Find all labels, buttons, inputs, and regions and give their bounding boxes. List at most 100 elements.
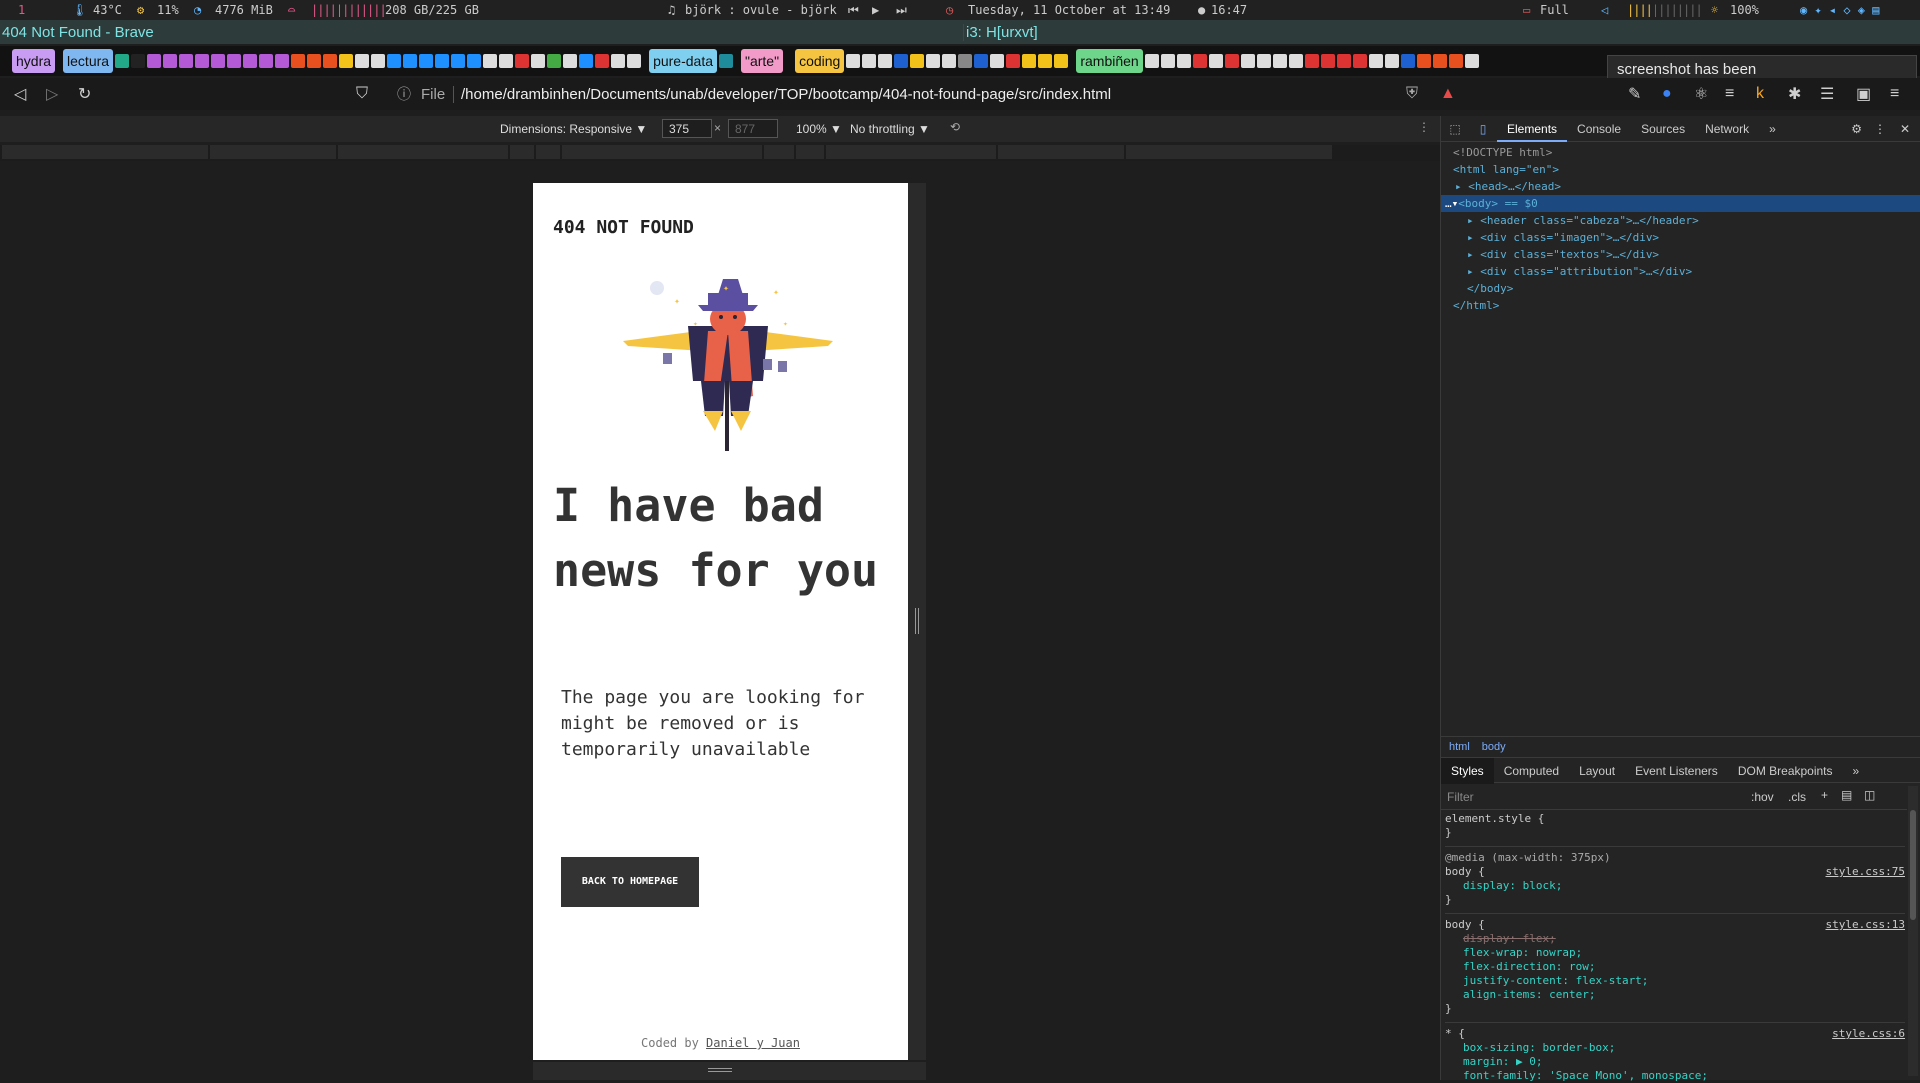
dom-body-selected[interactable]: …▾<body> == $0 [1441,195,1920,212]
dom-html[interactable]: <html lang="en"> [1441,161,1920,178]
bookmark-favicon[interactable] [974,54,989,68]
bookmark-folder-lectura[interactable]: lectura [63,49,114,73]
viewport-bottom-resize-handle[interactable] [533,1062,926,1080]
breadcrumb-html[interactable]: html [1449,741,1470,753]
bookmark-favicon[interactable] [942,54,957,68]
dom-doctype[interactable]: <!DOCTYPE html> [1441,144,1920,161]
bookmark-favicon[interactable] [1208,54,1223,68]
dom-head[interactable]: ▸ <head>…</head> [1441,178,1920,195]
extensions-puzzle-icon[interactable]: ✱ [1788,84,1801,104]
bookmark-favicon[interactable] [1054,54,1069,68]
dimensions-dropdown[interactable]: Dimensions: Responsive ▼ [500,122,647,136]
tray-icons[interactable]: ◉ ✦ ◂ ◇ ◈ ▤ [1800,3,1879,17]
workspace-indicator[interactable]: 1 [18,3,25,17]
bookmark-favicon[interactable] [1464,54,1479,68]
add-rule-icon[interactable]: + [1821,788,1828,802]
more-options-icon[interactable]: ⋮ [1418,120,1430,134]
extension-k-icon[interactable]: k [1756,85,1764,103]
bookmark-favicon[interactable] [719,54,733,68]
tab-styles[interactable]: Styles [1441,757,1494,784]
more-style-tabs-icon[interactable]: » [1843,758,1870,784]
bookmark-favicon[interactable] [926,54,941,68]
dom-div-textos[interactable]: ▸ <div class="textos">…</div> [1441,246,1920,263]
extension-lines-icon[interactable]: ≡ [1725,85,1734,103]
bookmark-favicon[interactable] [894,54,909,68]
bookmark-favicon[interactable] [1416,54,1431,68]
height-input[interactable]: 877 [728,119,778,138]
play-icon[interactable]: ▶ [872,3,879,17]
bookmark-favicon[interactable] [467,54,482,68]
element-style-rule[interactable]: element.style {} [1445,812,1905,840]
bookmark-favicon[interactable] [307,54,322,68]
media-query-ruler[interactable] [0,145,1440,161]
extension-icon[interactable]: ● [1662,85,1672,103]
bookmark-favicon[interactable] [115,54,130,68]
bookmark-favicon[interactable] [579,54,594,68]
bookmark-favicon[interactable] [515,54,530,68]
bookmark-favicon[interactable] [563,54,578,68]
viewport-resize-handle[interactable] [908,183,926,1060]
bookmark-favicon[interactable] [627,54,642,68]
bookmark-favicon[interactable] [1368,54,1383,68]
bookmark-favicon[interactable] [1304,54,1319,68]
inspect-element-icon[interactable]: ⬚ [1441,122,1469,136]
hov-toggle[interactable]: :hov [1751,790,1774,804]
bookmark-favicon[interactable] [1288,54,1303,68]
bookmark-favicon[interactable] [611,54,626,68]
bookmark-favicon[interactable] [958,54,973,68]
extension-pen-icon[interactable]: ✎ [1628,84,1641,104]
universal-rule[interactable]: * {style.css:6 box-sizing: border-box; m… [1445,1022,1905,1083]
bookmark-folder-coding[interactable]: coding [795,49,845,73]
dom-body-close[interactable]: </body> [1441,280,1920,297]
bookmark-favicon[interactable] [1192,54,1207,68]
bookmark-favicon[interactable] [451,54,466,68]
bookmark-favicon[interactable] [1038,54,1053,68]
devtools-menu-icon[interactable]: ⋮ [1874,122,1886,136]
tab-network[interactable]: Network [1695,116,1759,142]
cls-toggle[interactable]: .cls [1788,790,1806,804]
brave-rewards-icon[interactable]: ▲ [1440,85,1456,103]
bookmark-favicon[interactable] [291,54,306,68]
dom-div-imagen[interactable]: ▸ <div class="imagen">…</div> [1441,229,1920,246]
back-to-homepage-button[interactable]: BACK TO HOMEPAGE [561,857,699,907]
react-devtools-icon[interactable]: ⚛ [1694,84,1708,104]
bookmark-favicon[interactable] [147,54,162,68]
bookmark-favicon[interactable] [275,54,290,68]
dom-html-close[interactable]: </html> [1441,297,1920,314]
url-path[interactable]: /home/drambinhen/Documents/unab/develope… [461,86,1111,103]
bookmark-favicon[interactable] [862,54,877,68]
bookmark-favicon[interactable] [878,54,893,68]
reload-icon[interactable]: ↻ [78,84,91,104]
bookmark-favicon[interactable] [547,54,562,68]
bookmark-favicon[interactable] [1384,54,1399,68]
tab-dom-breakpoints[interactable]: DOM Breakpoints [1728,758,1843,784]
body-rule[interactable]: body {style.css:13 display: flex; flex-w… [1445,913,1905,1016]
styles-scrollbar[interactable] [1908,786,1918,1076]
more-tabs-icon[interactable]: » [1759,116,1786,142]
close-devtools-icon[interactable]: ✕ [1900,122,1910,136]
volume-icon[interactable]: ◁ [1601,3,1608,17]
bookmark-favicon[interactable] [846,54,861,68]
bookmark-favicon[interactable] [355,54,370,68]
next-track-icon[interactable]: ⏭ [896,3,907,18]
brave-shields-icon[interactable]: ⛨ [1406,85,1418,103]
dom-header-cabeza[interactable]: ▸ <header class="cabeza">…</header> [1441,212,1920,229]
bookmark-favicon[interactable] [990,54,1005,68]
bookmark-favicon[interactable] [227,54,242,68]
tab-layout[interactable]: Layout [1569,758,1625,784]
info-icon[interactable]: ⓘ [397,84,411,104]
bookmark-favicon[interactable] [1224,54,1239,68]
bookmark-favicon[interactable] [1320,54,1335,68]
bookmark-favicon[interactable] [259,54,274,68]
bookmark-favicon[interactable] [1160,54,1175,68]
dom-div-attribution[interactable]: ▸ <div class="attribution">…</div> [1441,263,1920,280]
forward-icon[interactable]: ▷ [46,84,58,104]
bookmark-favicon[interactable] [910,54,925,68]
previous-track-icon[interactable]: ⏮ [848,3,859,18]
bookmark-favicon[interactable] [131,54,146,68]
bookmark-icon[interactable]: ⛉ [356,85,368,103]
bookmark-favicon[interactable] [1432,54,1447,68]
tab-computed[interactable]: Computed [1494,758,1569,784]
bookmark-favicon[interactable] [1448,54,1463,68]
settings-icon[interactable]: ⚙ [1851,122,1862,136]
